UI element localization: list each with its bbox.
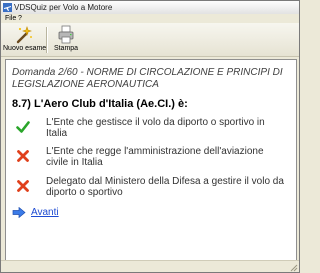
question-panel: Domanda 2/60 - NORME DI CIRCOLAZIONE E P… xyxy=(5,59,297,261)
title-bar[interactable]: VDSQuiz per Volo a Motore xyxy=(1,1,299,15)
next-link-label: Avanti xyxy=(31,207,59,218)
answer-text: Delegato dal Ministero della Difesa a ge… xyxy=(46,176,284,198)
toolbar-separator xyxy=(46,27,48,53)
menu-help[interactable]: ? xyxy=(18,14,22,23)
menu-file[interactable]: File xyxy=(5,14,16,23)
printer-icon xyxy=(58,25,74,44)
cross-icon xyxy=(17,180,29,192)
arrow-right-icon xyxy=(12,207,26,218)
print-button[interactable]: Stampa xyxy=(51,25,81,55)
resize-grip-icon[interactable] xyxy=(289,263,298,272)
magic-wand-icon xyxy=(16,26,32,44)
question-header: Domanda 2/60 - NORME DI CIRCOLAZIONE E P… xyxy=(12,67,283,90)
new-exam-label: Nuovo esame xyxy=(3,45,47,52)
app-window: VDSQuiz per Volo a Motore File ? Nuovo e… xyxy=(0,0,300,273)
cross-icon xyxy=(17,150,29,162)
answer-option-2[interactable]: L'Ente che regge l'amministrazione dell'… xyxy=(12,146,292,172)
new-exam-button[interactable]: Nuovo esame xyxy=(3,25,47,55)
check-icon xyxy=(16,121,30,133)
print-label: Stampa xyxy=(53,45,79,52)
status-bar xyxy=(1,260,299,272)
toolbar: Nuovo esame Stampa xyxy=(1,23,299,57)
answer-option-3[interactable]: Delegato dal Ministero della Difesa a ge… xyxy=(12,176,292,202)
answer-text: L'Ente che gestisce il volo da diporto o… xyxy=(46,117,265,139)
window-title: VDSQuiz per Volo a Motore xyxy=(14,3,113,12)
answer-option-1[interactable]: L'Ente che gestisce il volo da diporto o… xyxy=(12,117,292,143)
menu-bar: File ? xyxy=(1,14,299,23)
answer-text: L'Ente che regge l'amministrazione dell'… xyxy=(46,146,264,168)
airplane-app-icon xyxy=(3,3,12,12)
question-text: 8.7) L'Aero Club d'Italia (Ae.CI.) è: xyxy=(12,98,188,110)
